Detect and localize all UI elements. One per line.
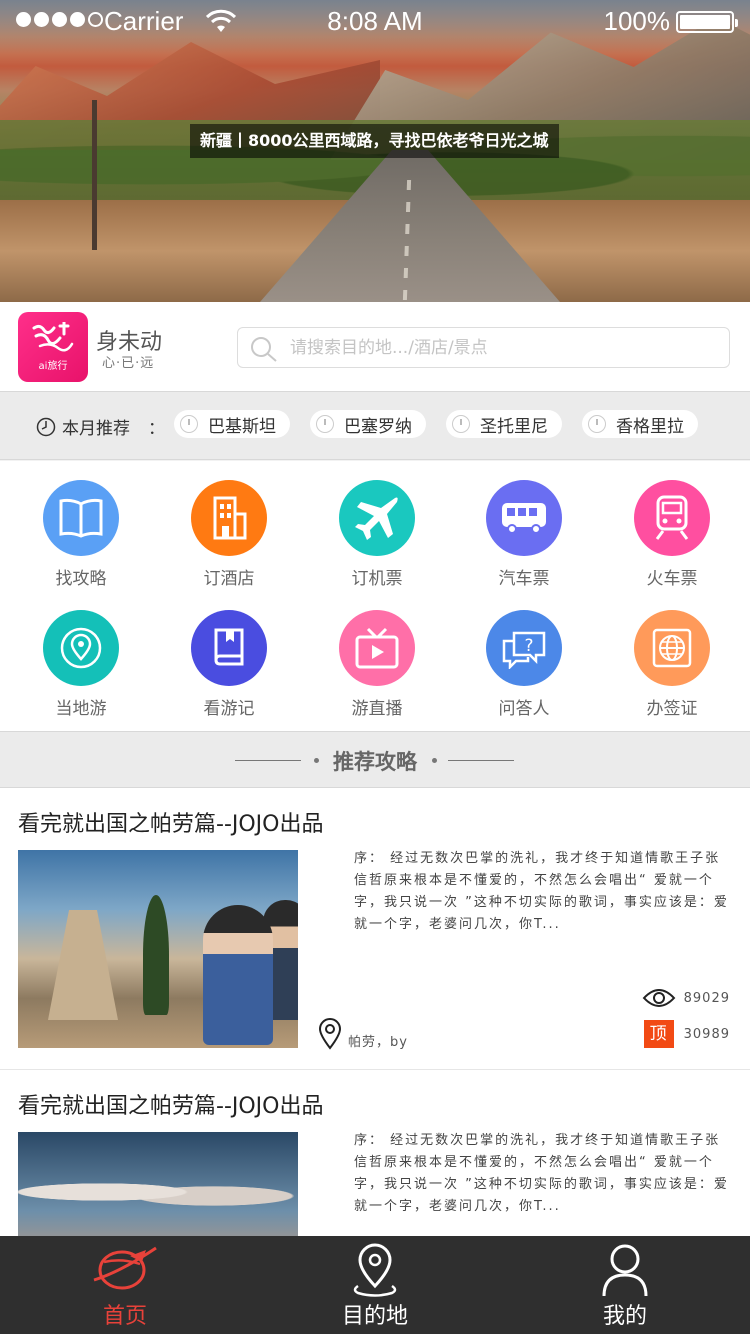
brand-search-bar: ai旅行 身未动 心·已·远 <box>0 302 750 392</box>
book-icon <box>43 480 119 556</box>
search-input[interactable] <box>290 328 720 367</box>
article-card[interactable]: 看完就出国之帕劳篇--JOJO出品 序： 经过无数次巴掌的洗礼，我才终于知道情歌… <box>0 1070 750 1236</box>
thumbnail-image <box>18 1132 298 1236</box>
article-top-count: 30989 <box>683 1026 730 1042</box>
airplane-globe-icon <box>0 1242 250 1292</box>
category-book-flight[interactable]: 订机票 <box>302 480 452 589</box>
article-thumbnail[interactable] <box>18 1132 298 1236</box>
category-grid: 找攻略 订酒店 订机票 汽车票 火车票 当地游 看游记 游直播 ? 问答人 办签… <box>0 461 750 731</box>
article-title[interactable]: 看完就出国之帕劳篇--JOJO出品 <box>18 1088 324 1120</box>
recommend-tag[interactable]: 香格里拉 <box>582 410 698 438</box>
logo-text: ai旅行 <box>38 361 68 372</box>
thumbnail-image <box>18 850 298 1048</box>
recommend-tag[interactable]: 巴塞罗纳 <box>310 410 426 438</box>
category-find-guide[interactable]: 找攻略 <box>6 480 156 589</box>
category-train-ticket[interactable]: 火车票 <box>597 480 747 589</box>
category-book-hotel[interactable]: 订酒店 <box>154 480 304 589</box>
article-location-text: 帕劳，by <box>348 1035 408 1050</box>
article-thumbnail[interactable] <box>18 850 298 1048</box>
search-icon <box>251 337 277 362</box>
article-card[interactable]: 看完就出国之帕劳篇--JOJO出品 序： 经过无数次巴掌的洗礼，我才终于知道情歌… <box>0 788 750 1070</box>
battery-icon <box>676 11 738 33</box>
category-bus-ticket[interactable]: 汽车票 <box>449 480 599 589</box>
tag-icon <box>180 415 198 433</box>
recommend-tag-label: 圣托里尼 <box>480 416 548 437</box>
category-label: 找攻略 <box>55 569 107 589</box>
recommend-label-text: 本月推荐 <box>62 419 130 439</box>
article-views: 89029 <box>642 988 730 1008</box>
category-label: 办签证 <box>646 699 698 719</box>
recommend-tag[interactable]: 圣托里尼 <box>446 410 562 438</box>
section-dot-right <box>432 758 437 763</box>
tag-icon <box>588 415 606 433</box>
tab-label: 我的 <box>602 1304 647 1329</box>
tab-destination[interactable]: 目的地 <box>250 1236 500 1334</box>
bottom-tab-bar: 首页 目的地 我的 <box>0 1236 750 1334</box>
category-local-tour[interactable]: 当地游 <box>6 610 156 719</box>
hero-caption[interactable]: 新疆丨8000公里西域路，寻找巴依老爷日光之城 <box>190 124 559 158</box>
recommend-colon: ： <box>148 419 165 439</box>
category-label: 当地游 <box>55 699 107 719</box>
article-excerpt: 序： 经过无数次巴掌的洗礼，我才终于知道情歌王子张信哲原来根本是不懂爱的，不然怎… <box>354 1133 729 1214</box>
article-excerpt: 序： 经过无数次巴掌的洗礼，我才终于知道情歌王子张信哲原来根本是不懂爱的，不然怎… <box>354 851 729 932</box>
category-label: 订酒店 <box>203 569 255 589</box>
top-badge[interactable]: 顶 <box>643 1020 674 1048</box>
article-tops[interactable]: 顶 30989 <box>643 1020 730 1048</box>
recommend-tags: 巴基斯坦 巴塞罗纳 圣托里尼 香格里拉 <box>174 410 698 438</box>
article-location: 帕劳，by <box>318 1018 408 1050</box>
category-label: 火车票 <box>646 569 698 589</box>
hero-image-pole <box>92 100 97 250</box>
category-label: 订机票 <box>351 569 403 589</box>
brand-slogan: 心·已·远 <box>102 356 155 371</box>
battery-percent: 100% <box>603 6 671 36</box>
visa-globe-icon <box>634 610 710 686</box>
svg-text:?: ? <box>524 636 533 656</box>
location-pin-icon <box>318 1018 342 1050</box>
category-visa[interactable]: 办签证 <box>597 610 747 719</box>
airplane-icon <box>339 480 415 556</box>
recommend-tag-label: 香格里拉 <box>616 416 684 437</box>
tag-icon <box>316 415 334 433</box>
user-icon <box>500 1242 750 1298</box>
section-title: 推荐攻略 <box>333 750 417 774</box>
article-list: 看完就出国之帕劳篇--JOJO出品 序： 经过无数次巴掌的洗礼，我才终于知道情歌… <box>0 788 750 1236</box>
status-bar: Carrier 8:08 AM 100% <box>0 0 750 44</box>
monthly-recommend-bar: 本月推荐 ： 巴基斯坦 巴塞罗纳 圣托里尼 香格里拉 <box>0 392 750 460</box>
section-divider-right <box>448 760 514 761</box>
section-header: 推荐攻略 <box>0 731 750 788</box>
article-view-count: 89029 <box>683 990 730 1006</box>
recommend-tag-label: 巴塞罗纳 <box>344 416 412 437</box>
tab-label: 目的地 <box>341 1304 408 1329</box>
travel-book-icon <box>191 610 267 686</box>
hero-banner[interactable]: Carrier 8:08 AM 100% 新疆丨8000公里西域路，寻找巴依老爷… <box>0 0 750 302</box>
train-icon <box>634 480 710 556</box>
recommend-tag-label: 巴基斯坦 <box>208 416 276 437</box>
search-box[interactable] <box>237 327 730 368</box>
eye-icon <box>642 989 676 1007</box>
bus-icon <box>486 480 562 556</box>
tab-profile[interactable]: 我的 <box>500 1236 750 1334</box>
category-travel-notes[interactable]: 看游记 <box>154 610 304 719</box>
hotel-icon <box>191 480 267 556</box>
category-live-stream[interactable]: 游直播 <box>302 610 452 719</box>
live-tv-icon <box>339 610 415 686</box>
recommend-tag[interactable]: 巴基斯坦 <box>174 410 290 438</box>
map-pin-icon <box>250 1242 500 1298</box>
category-label: 游直播 <box>351 699 403 719</box>
recommend-label: 本月推荐 <box>36 414 130 439</box>
app-logo[interactable]: ai旅行 <box>18 312 88 382</box>
category-ask-people[interactable]: ? 问答人 <box>449 610 599 719</box>
category-label: 汽车票 <box>498 569 550 589</box>
question-chat-icon: ? <box>486 610 562 686</box>
category-label: 问答人 <box>498 699 550 719</box>
tag-icon <box>452 415 470 433</box>
tab-home[interactable]: 首页 <box>0 1236 250 1334</box>
clock-icon <box>36 417 56 436</box>
article-title[interactable]: 看完就出国之帕劳篇--JOJO出品 <box>18 806 324 838</box>
tab-label: 首页 <box>102 1304 147 1329</box>
category-label: 看游记 <box>203 699 255 719</box>
logo-mark-icon <box>32 322 74 352</box>
location-icon <box>43 610 119 686</box>
